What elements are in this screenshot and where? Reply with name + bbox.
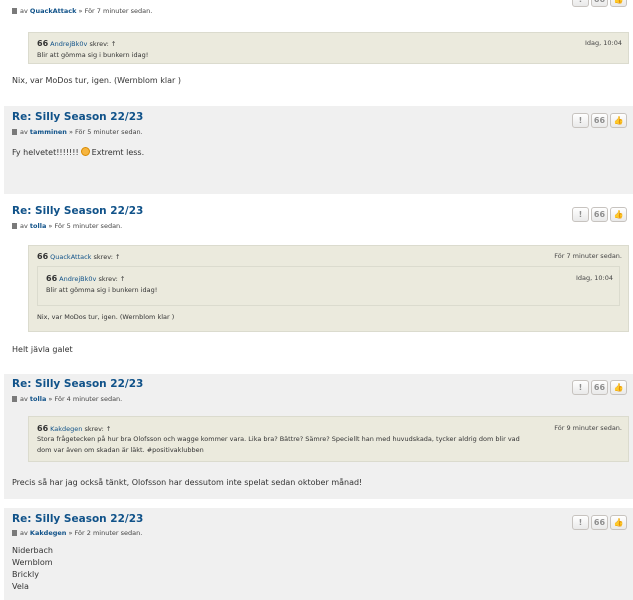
- post-content: Precis så har jag också tänkt, Olofsson …: [12, 478, 363, 487]
- post-title[interactable]: Re: Silly Season 22/23: [12, 513, 143, 525]
- post-content: Helt jävla galet: [12, 345, 73, 354]
- post-buttons: ! 66 👍: [572, 380, 627, 395]
- quote-author-link[interactable]: Kakdegen: [50, 425, 82, 433]
- like-button[interactable]: 👍: [610, 0, 627, 7]
- post: Re: Silly Season 22/23 av tolla » För 4 …: [4, 374, 633, 499]
- quote-button[interactable]: 66: [591, 113, 608, 128]
- post-title[interactable]: Re: Silly Season 22/23: [12, 111, 143, 123]
- post-content: Nix, var MoDos tur, igen. (Wernblom klar…: [12, 76, 181, 85]
- author-link[interactable]: Kakdegen: [30, 529, 67, 537]
- post-title[interactable]: Re: Silly Season 22/23: [12, 205, 143, 217]
- post-buttons: ! 66 👍: [572, 515, 627, 530]
- quote-header: 66 QuackAttack skrev: ↑: [37, 252, 121, 261]
- author-link[interactable]: tamminen: [30, 128, 67, 136]
- report-button[interactable]: !: [572, 0, 589, 7]
- quote-time: För 7 minuter sedan.: [554, 252, 622, 260]
- quote-author-link[interactable]: AndrejBk0v: [59, 275, 96, 283]
- quote-text: Stora frågetecken på hur bra Olofsson oc…: [37, 435, 520, 443]
- report-button[interactable]: !: [572, 113, 589, 128]
- quote-text: dom var även om skadan är läkt. #positiv…: [37, 446, 204, 454]
- like-button[interactable]: 👍: [610, 515, 627, 530]
- post: Re: Silly Season 22/23 av Kakdegen » För…: [4, 508, 633, 600]
- like-button[interactable]: 👍: [610, 113, 627, 128]
- quote-author-link[interactable]: AndrejBk0v: [50, 40, 87, 48]
- author-link[interactable]: tolla: [30, 395, 46, 403]
- post-content-line: Niderbach: [12, 546, 53, 555]
- author-link[interactable]: tolla: [30, 222, 46, 230]
- post-meta: av Kakdegen » För 2 minuter sedan.: [12, 529, 142, 537]
- post-icon: [12, 530, 17, 536]
- post-content-line: Wernblom: [12, 558, 53, 567]
- post-buttons: ! 66 👍: [572, 0, 627, 7]
- quote-icon: 66: [46, 274, 58, 283]
- post-meta: av tamminen » För 5 minuter sedan.: [12, 128, 143, 136]
- quote-icon: 66: [37, 39, 49, 48]
- post-meta: av tolla » För 5 minuter sedan.: [12, 222, 122, 230]
- post-content-line: Vela: [12, 582, 29, 591]
- nested-quote-block: 66 AndrejBk0v skrev: ↑ Idag, 10:04 Blir a…: [37, 266, 620, 306]
- quote-icon: 66: [37, 424, 49, 433]
- post-icon: [12, 396, 17, 402]
- post-icon: [12, 223, 17, 229]
- author-link[interactable]: QuackAttack: [30, 7, 77, 15]
- angry-face-icon: [80, 147, 90, 156]
- like-button[interactable]: 👍: [610, 380, 627, 395]
- quote-text: Nix, var MoDos tur, igen. (Wernblom klar…: [37, 313, 175, 321]
- quote-button[interactable]: 66: [591, 380, 608, 395]
- post-icon: [12, 129, 17, 135]
- quote-button[interactable]: 66: [591, 515, 608, 530]
- quote-text: Blir att gömma sig i bunkern idag!: [37, 51, 149, 59]
- post-icon: [12, 8, 17, 14]
- quote-time: Idag, 10:04: [584, 39, 622, 47]
- report-button[interactable]: !: [572, 207, 589, 222]
- quote-block: 66 QuackAttack skrev: ↑ För 7 minuter sed…: [28, 245, 629, 332]
- quote-header: 66 AndrejBk0v skrev: ↑: [37, 39, 117, 48]
- post-buttons: ! 66 👍: [572, 207, 627, 222]
- post-title[interactable]: Re: Silly Season 22/23: [12, 378, 143, 390]
- quote-block: 66 AndrejBk0v skrev: ↑ Idag, 10:04 Blir a…: [28, 32, 629, 64]
- report-button[interactable]: !: [572, 515, 589, 530]
- post-meta: av tolla » För 4 minuter sedan.: [12, 395, 122, 403]
- post: av QuackAttack » För 7 minuter sedan. ! …: [4, 0, 633, 96]
- post: Re: Silly Season 22/23 av tolla » För 5 …: [4, 202, 633, 365]
- quote-header: 66 Kakdegen skrev: ↑: [37, 424, 112, 433]
- quote-button[interactable]: 66: [591, 0, 608, 7]
- quote-button[interactable]: 66: [591, 207, 608, 222]
- post: Re: Silly Season 22/23 av tamminen » För…: [4, 106, 633, 194]
- quote-text: Blir att gömma sig i bunkern idag!: [46, 286, 158, 294]
- quote-header: 66 AndrejBk0v skrev: ↑: [46, 274, 126, 283]
- quote-icon: 66: [37, 252, 49, 261]
- post-content-line: Brickly: [12, 570, 39, 579]
- report-button[interactable]: !: [572, 380, 589, 395]
- post-buttons: ! 66 👍: [572, 113, 627, 128]
- quote-time: Idag, 10:04: [575, 274, 613, 282]
- post-content: Fy helvetet!!!!!!! Extremt less.: [12, 147, 145, 157]
- like-button[interactable]: 👍: [610, 207, 627, 222]
- quote-author-link[interactable]: QuackAttack: [50, 253, 91, 261]
- quote-block: 66 Kakdegen skrev: ↑ För 9 minuter sedan.…: [28, 416, 629, 462]
- quote-time: För 9 minuter sedan.: [554, 424, 622, 432]
- post-meta: av QuackAttack » För 7 minuter sedan.: [12, 7, 152, 15]
